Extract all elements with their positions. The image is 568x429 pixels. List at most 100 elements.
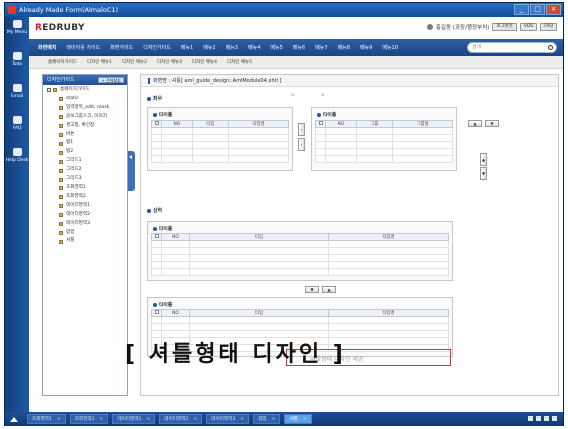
nav-item[interactable]: 메뉴5 [265,44,287,51]
panel-title: 타이틀 [153,225,172,232]
folder-icon [59,150,63,155]
search-input[interactable]: 검색 [467,42,557,53]
sidebar-header: 디자인가이드 + 전체펼침 [43,75,127,85]
tree-item[interactable]: 경고창, 확인창 [47,122,127,131]
nav-item[interactable]: 메뉴9 [355,44,377,51]
tree-item[interactable]: 조회영역2 [47,193,127,202]
expand-all-button[interactable]: + 전체펼침 [98,77,124,83]
nav-item[interactable]: 메뉴7 [310,44,332,51]
close-tab-icon[interactable]: × [193,417,197,422]
user-area: 홍길동 (과장/행정부처) 로그아웃 VDS FAQ [426,23,557,31]
nav-item[interactable]: 메뉴8 [333,44,355,51]
subnav-item[interactable]: 디자인 메뉴5 [222,59,257,65]
tree-item[interactable]: 버튼 [47,131,127,140]
tree-item[interactable]: 데이터영역1 [47,202,127,211]
move-up-button[interactable]: ▲ [468,120,482,127]
sidebar-collapse-handle[interactable] [128,151,135,191]
nav-item[interactable]: 메뉴2 [198,44,220,51]
close-tab-icon[interactable]: × [272,417,276,422]
select-all-checkbox[interactable] [154,121,159,125]
subnav-item[interactable]: 디자인 메뉴2 [117,59,152,65]
tree-item[interactable]: 데이터영역2 [47,211,127,220]
collapse-icon[interactable]: − [47,88,51,93]
faq-button[interactable]: FAQ [5,113,29,145]
tree-item[interactable]: 그리드1 [47,157,127,166]
subnav-item[interactable]: 디자인 메뉴3 [152,59,187,65]
move-right-button[interactable]: › [298,123,305,136]
move-down-button[interactable]: ▼ [485,120,499,127]
move-left-button[interactable]: ‹ [298,138,305,151]
nav-item[interactable]: 화면가이드 [105,44,138,51]
nav-item[interactable]: 메뉴1 [176,44,198,51]
close-tab-icon[interactable]: × [303,417,307,422]
tree-item[interactable]: 그리드2 [47,166,127,175]
close-tab-icon[interactable]: × [240,417,244,422]
tree-item[interactable]: 콤보그룹스크, 이미지 [47,113,127,122]
folder-icon [59,97,63,102]
grid-icon[interactable] [528,416,533,421]
nav-item[interactable]: 디자인가이드 [138,44,176,51]
my-menu-button[interactable]: My Menu [5,17,29,49]
select-all-checkbox[interactable] [154,234,159,238]
close-all-icon[interactable] [552,416,557,421]
left-shuttle-panel: 타이틀 NO 타입 타입명 [147,107,293,171]
nav-item[interactable]: 레이아웃 가이드 [61,44,105,51]
move-top-button[interactable]: ▲ [480,153,487,166]
tree-root[interactable]: − 홈페이지가이드 [47,86,127,95]
tree-item[interactable]: 탭2 [47,148,127,157]
email-button[interactable]: Email [5,81,29,113]
nav-item[interactable]: 메뉴4 [243,44,265,51]
title-bar: Already Made Form(AlmaloC1) _ □ × [5,3,563,17]
taskbar-tab[interactable]: 팝업 × [253,414,281,424]
nav-item[interactable]: 메뉴10 [377,44,403,51]
close-tab-icon[interactable]: × [100,417,104,422]
help-desk-button[interactable]: Help Desk [5,145,29,177]
breadcrumb: 화면명 : 셔틀[ aml_guide_design::AmlModule04.… [141,75,558,87]
list-icon[interactable] [536,416,541,421]
tree-item[interactable]: 그리드3 [47,175,127,184]
section-title-up-down: 상하 [147,207,162,214]
close-tab-icon[interactable]: × [57,417,61,422]
home-icon[interactable] [5,412,23,426]
move-bottom-button[interactable]: ▼ [480,167,487,180]
subnav-item[interactable]: 홈페이지가이드 [43,59,82,65]
minimize-button[interactable]: _ [514,4,529,15]
logo[interactable]: REDRUBY [35,23,85,33]
vds-button[interactable]: VDS [519,23,538,31]
tree-item[interactable]: static [47,95,127,104]
subnav-item[interactable]: 디자인 메뉴4 [187,59,222,65]
move-down-to-lower-button[interactable]: ▼ [305,286,319,293]
taskbar-tab[interactable]: 조회영역2 × [69,414,109,424]
app-icon [8,6,16,14]
taskbar-tab[interactable]: 데이터영역2 × [159,414,203,424]
user-icon [426,24,433,30]
select-all-checkbox[interactable] [154,310,159,314]
tree-item[interactable]: 조회영역1 [47,184,127,193]
nav-item[interactable]: 메뉴3 [221,44,243,51]
tree-item[interactable]: 셔틀 [47,237,127,246]
tree-item[interactable]: 팝업 [47,229,127,238]
select-all-checkbox[interactable] [318,121,323,125]
tree-item[interactable]: 입력항목_edit, mask [47,104,127,113]
taskbar-tab[interactable]: 조회영역1 × [27,414,66,424]
taskbar-tab[interactable]: 데이터영역3 × [206,414,250,424]
taskbar-tools [528,416,557,421]
nav-item[interactable]: 메뉴6 [288,44,310,51]
tree-item[interactable]: 탭1 [47,139,127,148]
left-quick-bar: My Menu Todo Email FAQ Help Desk [5,17,29,412]
close-button[interactable]: × [546,4,561,15]
maximize-button[interactable]: □ [530,4,545,15]
close-tab-icon[interactable]: × [146,417,150,422]
subnav-item[interactable]: 디자인 메뉴1 [82,59,117,65]
faq-top-button[interactable]: FAQ [540,23,557,31]
tile-icon[interactable] [544,416,549,421]
nav-item[interactable]: 화면배치 [33,44,61,51]
todo-button[interactable]: Todo [5,49,29,81]
tree-item[interactable]: 데이터영역3 [47,220,127,229]
logout-button[interactable]: 로그아웃 [492,23,517,31]
move-up-to-upper-button[interactable]: ▲ [322,286,336,293]
search-icon[interactable] [548,45,553,50]
upper-shuttle-panel: 타이틀 NO 타입 타입명 [147,221,453,281]
taskbar-tab[interactable]: 데이터영역1 × [112,414,156,424]
taskbar-tab[interactable]: 셔틀 × [284,414,312,424]
